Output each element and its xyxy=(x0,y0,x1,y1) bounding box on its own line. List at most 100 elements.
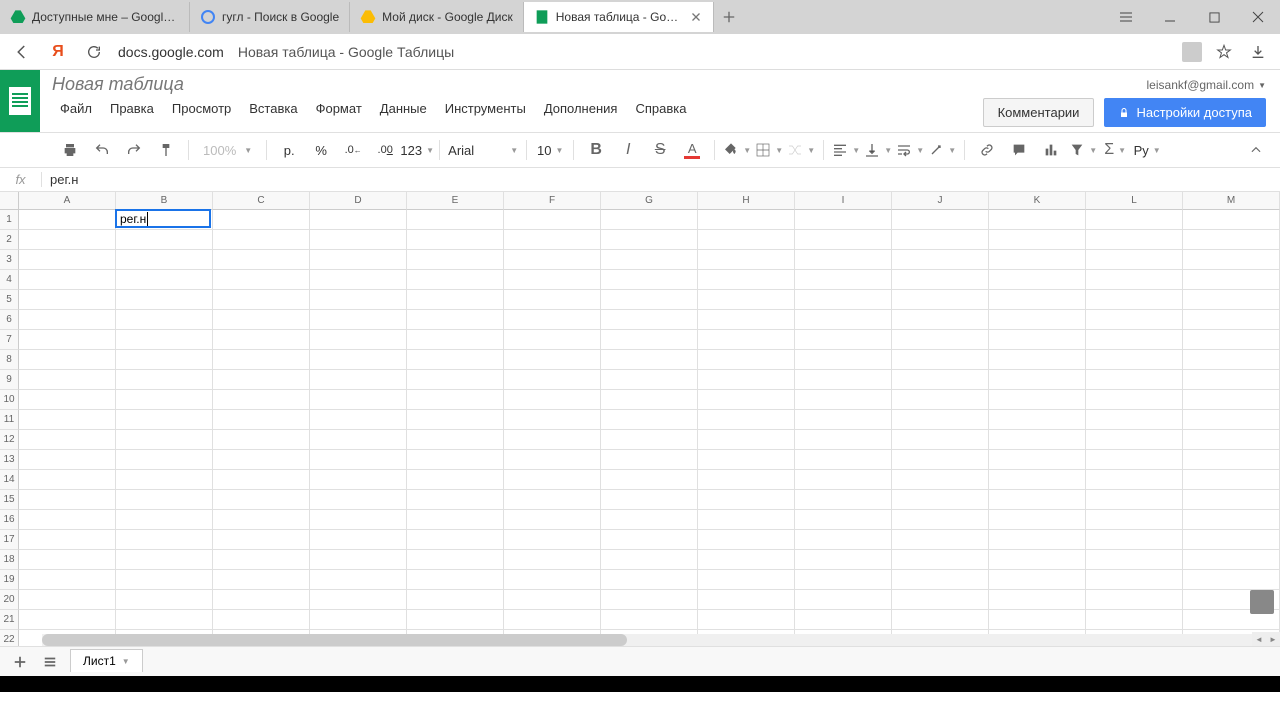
row-header[interactable]: 22 xyxy=(0,630,19,646)
cell[interactable] xyxy=(698,410,795,430)
cell[interactable] xyxy=(310,230,407,250)
cell[interactable] xyxy=(892,570,989,590)
cell[interactable] xyxy=(601,350,698,370)
reload-button[interactable] xyxy=(82,40,106,64)
cell[interactable] xyxy=(213,610,310,630)
cell[interactable] xyxy=(116,450,213,470)
cell[interactable] xyxy=(1183,370,1280,390)
cell[interactable] xyxy=(310,610,407,630)
row-header[interactable]: 1 xyxy=(0,210,19,230)
cell[interactable] xyxy=(989,290,1086,310)
cell[interactable] xyxy=(1183,470,1280,490)
cell[interactable] xyxy=(407,470,504,490)
cell[interactable] xyxy=(310,410,407,430)
cell[interactable] xyxy=(213,250,310,270)
cell[interactable] xyxy=(989,370,1086,390)
cell[interactable] xyxy=(1086,390,1183,410)
cell[interactable] xyxy=(795,330,892,350)
row-header[interactable]: 2 xyxy=(0,230,19,250)
all-sheets-button[interactable] xyxy=(40,652,60,672)
cell[interactable] xyxy=(116,270,213,290)
cell[interactable] xyxy=(1183,290,1280,310)
share-button[interactable]: Настройки доступа xyxy=(1104,98,1266,127)
cell[interactable] xyxy=(795,290,892,310)
cell[interactable] xyxy=(1086,230,1183,250)
cell[interactable] xyxy=(795,430,892,450)
cell[interactable] xyxy=(19,550,116,570)
chart-button[interactable] xyxy=(1037,136,1065,164)
cell[interactable] xyxy=(1086,210,1183,230)
cell[interactable] xyxy=(19,590,116,610)
cell[interactable] xyxy=(116,310,213,330)
cell[interactable] xyxy=(310,450,407,470)
cell[interactable] xyxy=(19,610,116,630)
cell[interactable] xyxy=(795,490,892,510)
cell[interactable] xyxy=(116,610,213,630)
font-size-selector[interactable]: 10▼ xyxy=(535,143,565,158)
cell[interactable] xyxy=(116,590,213,610)
cell[interactable] xyxy=(407,290,504,310)
cell[interactable] xyxy=(1086,470,1183,490)
cell[interactable] xyxy=(1183,250,1280,270)
cell[interactable] xyxy=(310,310,407,330)
cell[interactable] xyxy=(213,290,310,310)
cell[interactable] xyxy=(310,350,407,370)
cells-grid[interactable]: рег.н xyxy=(19,210,1280,646)
cell[interactable] xyxy=(601,250,698,270)
column-header[interactable]: A xyxy=(19,192,116,210)
cell[interactable] xyxy=(407,490,504,510)
row-header[interactable]: 7 xyxy=(0,330,19,350)
cell[interactable] xyxy=(1086,510,1183,530)
font-selector[interactable]: Arial▼ xyxy=(448,143,518,158)
cell[interactable] xyxy=(1086,310,1183,330)
cell[interactable] xyxy=(504,590,601,610)
cell[interactable] xyxy=(310,470,407,490)
row-header[interactable]: 6 xyxy=(0,310,19,330)
cell[interactable] xyxy=(504,510,601,530)
cell[interactable] xyxy=(1183,570,1280,590)
cell[interactable] xyxy=(1086,530,1183,550)
cell[interactable] xyxy=(1086,250,1183,270)
cell[interactable] xyxy=(19,210,116,230)
cell[interactable] xyxy=(116,530,213,550)
column-header[interactable]: G xyxy=(601,192,698,210)
cell[interactable] xyxy=(601,410,698,430)
cell[interactable] xyxy=(892,470,989,490)
cell[interactable] xyxy=(795,270,892,290)
cell[interactable] xyxy=(407,530,504,550)
column-header[interactable]: J xyxy=(892,192,989,210)
yandex-button[interactable]: Я xyxy=(46,40,70,64)
redo-button[interactable] xyxy=(120,136,148,164)
cell[interactable] xyxy=(698,210,795,230)
cell[interactable] xyxy=(19,370,116,390)
cell[interactable] xyxy=(1086,270,1183,290)
cell[interactable] xyxy=(213,370,310,390)
cell[interactable] xyxy=(19,510,116,530)
cell[interactable] xyxy=(504,450,601,470)
hamburger-button[interactable] xyxy=(1104,0,1148,34)
print-button[interactable] xyxy=(56,136,84,164)
cell[interactable] xyxy=(698,530,795,550)
cell[interactable] xyxy=(213,230,310,250)
cell[interactable] xyxy=(989,510,1086,530)
cell[interactable] xyxy=(1086,290,1183,310)
row-header[interactable]: 19 xyxy=(0,570,19,590)
comments-button[interactable]: Комментарии xyxy=(983,98,1095,127)
cell[interactable] xyxy=(698,250,795,270)
zoom-selector[interactable]: 100%▼ xyxy=(197,143,258,158)
cell[interactable] xyxy=(795,250,892,270)
cell[interactable] xyxy=(601,510,698,530)
cell[interactable] xyxy=(601,430,698,450)
cell[interactable] xyxy=(310,210,407,230)
cell[interactable] xyxy=(795,610,892,630)
cell[interactable] xyxy=(407,450,504,470)
column-header[interactable]: C xyxy=(213,192,310,210)
cell[interactable] xyxy=(795,530,892,550)
cell[interactable] xyxy=(310,270,407,290)
cell[interactable] xyxy=(116,290,213,310)
cell[interactable] xyxy=(795,210,892,230)
cell[interactable] xyxy=(116,410,213,430)
browser-tab[interactable]: Доступные мне – Google Д xyxy=(0,2,190,32)
cell[interactable] xyxy=(504,570,601,590)
fill-color-button[interactable]: ▼ xyxy=(723,136,751,164)
